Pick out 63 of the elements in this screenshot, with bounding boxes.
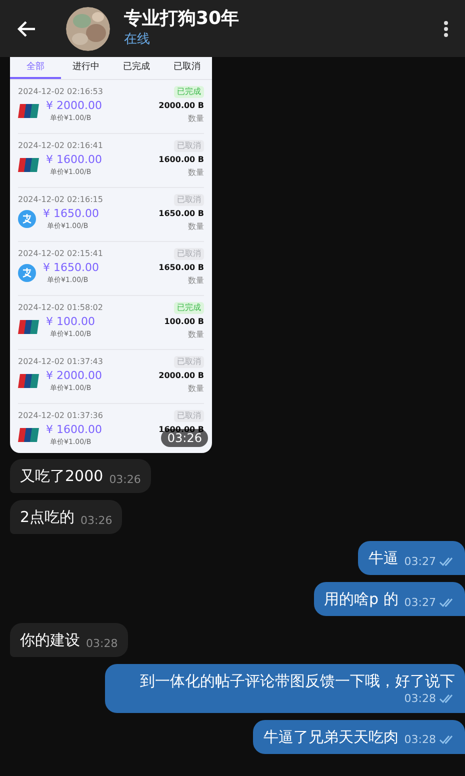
filter-tab[interactable]: 已完成 <box>111 57 162 79</box>
filter-tab[interactable]: 已取消 <box>162 57 212 79</box>
card-logo-icon <box>18 320 39 334</box>
order-time: 2024-12-02 01:58:02 <box>18 302 103 314</box>
order-amount: ¥ 1600.00 <box>46 423 102 437</box>
quantity-label: 数量 <box>188 221 204 233</box>
screenshot-image[interactable] <box>10 57 212 453</box>
order-time: 2024-12-02 01:37:43 <box>18 356 103 368</box>
order-amount: ¥ 1650.00 <box>43 261 99 275</box>
card-logo-icon <box>18 428 39 442</box>
message-text: 你的建设 <box>20 630 80 650</box>
order-amount: ¥ 2000.00 <box>46 99 102 113</box>
card-logo-icon <box>18 374 39 388</box>
message-time: 03:28 <box>86 636 118 652</box>
quantity-label: 数量 <box>188 383 204 395</box>
status-badge: 已完成 <box>174 302 204 314</box>
status-badge: 已取消 <box>174 194 204 206</box>
order-amount: ¥ 2000.00 <box>46 369 102 383</box>
order-quantity: 2000.00 B <box>158 100 204 112</box>
more-menu-icon[interactable] <box>443 20 449 38</box>
quantity-label: 数量 <box>188 329 204 341</box>
message-time: 03:27 <box>404 594 436 610</box>
contact-name: 专业打狗30年 <box>124 8 240 30</box>
order-time: 2024-12-02 02:16:41 <box>18 140 103 152</box>
order-time: 2024-12-02 01:37:36 <box>18 410 103 422</box>
order-quantity: 1650.00 B <box>158 208 204 220</box>
status-badge: 已取消 <box>174 356 204 368</box>
quantity-label: 数量 <box>188 275 204 287</box>
quantity-label: 数量 <box>188 113 204 125</box>
status-badge: 已取消 <box>174 140 204 152</box>
order-time: 2024-12-02 02:15:41 <box>18 248 103 260</box>
order-amount: ¥ 100.00 <box>46 315 95 329</box>
order-quantity: 2000.00 B <box>158 370 204 382</box>
card-logo-icon <box>18 158 39 172</box>
message-time: 03:28 <box>404 732 436 748</box>
order-amount: ¥ 1650.00 <box>43 207 99 221</box>
message-time: 03:28 <box>404 691 436 707</box>
order-time: 2024-12-02 02:16:15 <box>18 194 103 206</box>
order-quantity: 1650.00 B <box>158 262 204 274</box>
card-logo-icon <box>18 104 39 118</box>
order-quantity: 100.00 B <box>164 316 204 328</box>
order-amount: ¥ 1600.00 <box>46 153 102 167</box>
message-text: 2点吃的 <box>20 507 75 527</box>
status-badge: 已完成 <box>174 86 204 98</box>
payment-logo-icon <box>18 210 36 228</box>
message-time: 03:26 <box>80 512 112 528</box>
payment-logo-icon <box>18 264 36 282</box>
status-badge: 已取消 <box>174 410 204 422</box>
message-text: 牛逼了兄弟天天吃肉 <box>263 726 398 746</box>
order-quantity: 1600.00 B <box>158 154 204 166</box>
message-text: 用的啥p 的 <box>324 589 398 609</box>
filter-tab[interactable]: 进行中 <box>60 57 111 79</box>
quantity-label: 数量 <box>188 167 204 179</box>
status-badge: 已取消 <box>174 248 204 260</box>
filter-tab[interactable]: 全部 <box>10 57 60 79</box>
order-time: 2024-12-02 02:16:53 <box>18 86 103 98</box>
back-arrow-icon[interactable] <box>16 20 36 38</box>
message-text: 牛逼 <box>368 548 398 568</box>
message-time: 03:26 <box>109 472 141 488</box>
online-status: 在线 <box>124 30 151 49</box>
message-time: 03:27 <box>404 554 436 570</box>
message-text: 到一体化的帖子评论带图反馈一下哦，好了说下 <box>140 671 455 691</box>
message-text: 又吃了2000 <box>20 466 104 486</box>
